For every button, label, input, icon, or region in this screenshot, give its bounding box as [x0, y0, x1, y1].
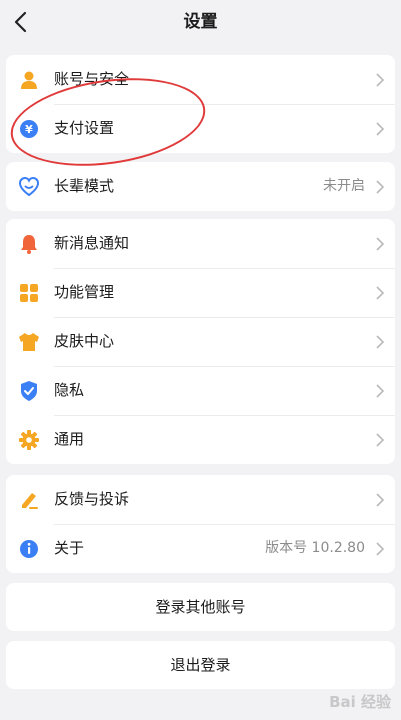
settings-group-account: 账号与安全 ¥ 支付设置 — [6, 55, 395, 153]
row-label: 关于 — [54, 539, 85, 557]
gear-icon — [18, 429, 40, 451]
chevron-right-icon — [376, 180, 385, 194]
row-label: 功能管理 — [54, 283, 115, 301]
about-row[interactable]: 关于 版本号 10.2.80 — [6, 524, 395, 573]
row-label: 隐私 — [54, 381, 85, 399]
row-label: 长辈模式 — [54, 177, 115, 195]
chevron-right-icon — [376, 433, 385, 447]
elder-mode-row[interactable]: 长辈模式 未开启 — [6, 162, 395, 211]
skin-center-row[interactable]: 皮肤中心 — [6, 317, 395, 366]
settings-group-general: 新消息通知 功能管理 皮肤中心 隐私 通用 — [6, 219, 395, 464]
chevron-right-icon — [376, 237, 385, 251]
general-row[interactable]: 通用 — [6, 415, 395, 464]
row-label: 通用 — [54, 430, 85, 448]
tshirt-icon — [18, 331, 40, 353]
notifications-row[interactable]: 新消息通知 — [6, 219, 395, 268]
page-title: 设置 — [183, 12, 218, 32]
settings-group-about: 反馈与投诉 关于 版本号 10.2.80 — [6, 475, 395, 573]
feedback-row[interactable]: 反馈与投诉 — [6, 475, 395, 524]
feature-management-row[interactable]: 功能管理 — [6, 268, 395, 317]
pen-icon — [18, 489, 40, 511]
logout-button[interactable]: 退出登录 — [6, 641, 395, 689]
login-other-account-button[interactable]: 登录其他账号 — [6, 583, 395, 631]
nav-bar: 设置 — [0, 0, 401, 44]
shield-check-icon — [18, 380, 40, 402]
row-label: 反馈与投诉 — [54, 490, 130, 508]
settings-group-elder: 长辈模式 未开启 — [6, 162, 395, 211]
elder-mode-status: 未开启 — [323, 178, 365, 194]
row-label: 新消息通知 — [54, 234, 130, 252]
chevron-right-icon — [376, 122, 385, 136]
chevron-right-icon — [376, 73, 385, 87]
chevron-right-icon — [376, 335, 385, 349]
grid-icon — [18, 282, 40, 304]
chevron-right-icon — [376, 286, 385, 300]
privacy-row[interactable]: 隐私 — [6, 366, 395, 415]
row-label: 皮肤中心 — [54, 332, 115, 350]
watermark: Bai 经验 — [329, 693, 391, 711]
chevron-right-icon — [376, 384, 385, 398]
row-label: 支付设置 — [54, 119, 115, 137]
yen-coin-icon: ¥ — [18, 118, 40, 140]
version-number: 版本号 10.2.80 — [265, 540, 365, 556]
payment-settings-row[interactable]: ¥ 支付设置 — [6, 104, 395, 153]
bell-icon — [18, 233, 40, 255]
account-security-row[interactable]: 账号与安全 — [6, 55, 395, 104]
chevron-right-icon — [376, 493, 385, 507]
heart-hands-icon — [18, 176, 40, 198]
svg-text:¥: ¥ — [25, 123, 33, 136]
row-label: 账号与安全 — [54, 70, 130, 88]
chevron-right-icon — [376, 542, 385, 556]
person-icon — [18, 69, 40, 91]
info-icon — [18, 538, 40, 560]
